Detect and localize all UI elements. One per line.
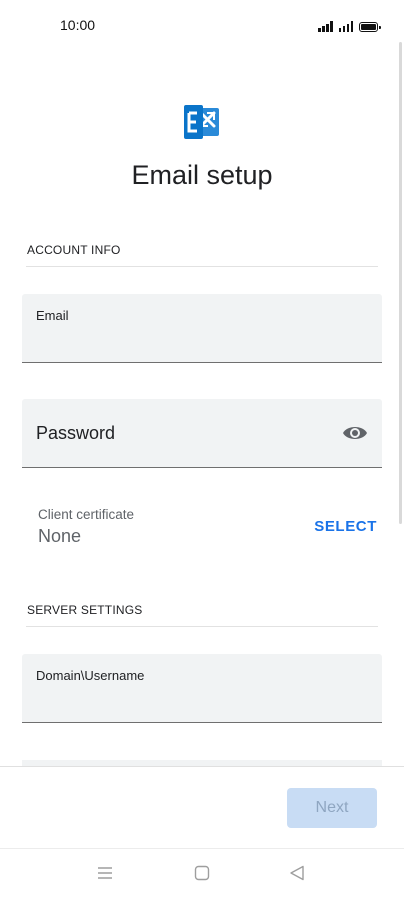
signal-icon xyxy=(318,21,333,32)
signal-icon-2 xyxy=(338,21,353,32)
back-triangle-icon[interactable] xyxy=(287,863,307,883)
section-divider xyxy=(26,266,378,267)
email-field[interactable]: Email xyxy=(22,294,382,363)
section-divider xyxy=(26,626,378,627)
password-field[interactable]: Password xyxy=(22,399,382,468)
domain-username-label: Domain\Username xyxy=(36,668,145,683)
status-time: 10:00 xyxy=(60,17,96,33)
home-square-icon[interactable] xyxy=(192,863,212,883)
client-certificate-label: Client certificate xyxy=(38,507,135,522)
page-title: Email setup xyxy=(131,160,273,190)
next-button[interactable]: Next xyxy=(287,788,377,828)
navigation-bar xyxy=(0,848,404,897)
server-settings-header: SERVER SETTINGS xyxy=(27,603,143,617)
battery-icon xyxy=(359,22,381,32)
eye-icon[interactable] xyxy=(342,421,368,445)
status-bar: 10:00 xyxy=(0,0,404,50)
exchange-logo-icon xyxy=(184,105,219,139)
status-icons xyxy=(318,18,381,32)
client-certificate-value: None xyxy=(38,526,82,546)
account-info-header: ACCOUNT INFO xyxy=(27,243,121,257)
domain-username-field[interactable]: Domain\Username xyxy=(22,654,382,723)
email-label: Email xyxy=(36,308,69,323)
menu-icon[interactable] xyxy=(95,863,115,883)
bottom-action-bar: Next xyxy=(0,766,404,848)
scrollbar[interactable] xyxy=(399,42,402,524)
password-label: Password xyxy=(36,423,116,443)
select-certificate-button[interactable]: SELECT xyxy=(314,518,377,535)
